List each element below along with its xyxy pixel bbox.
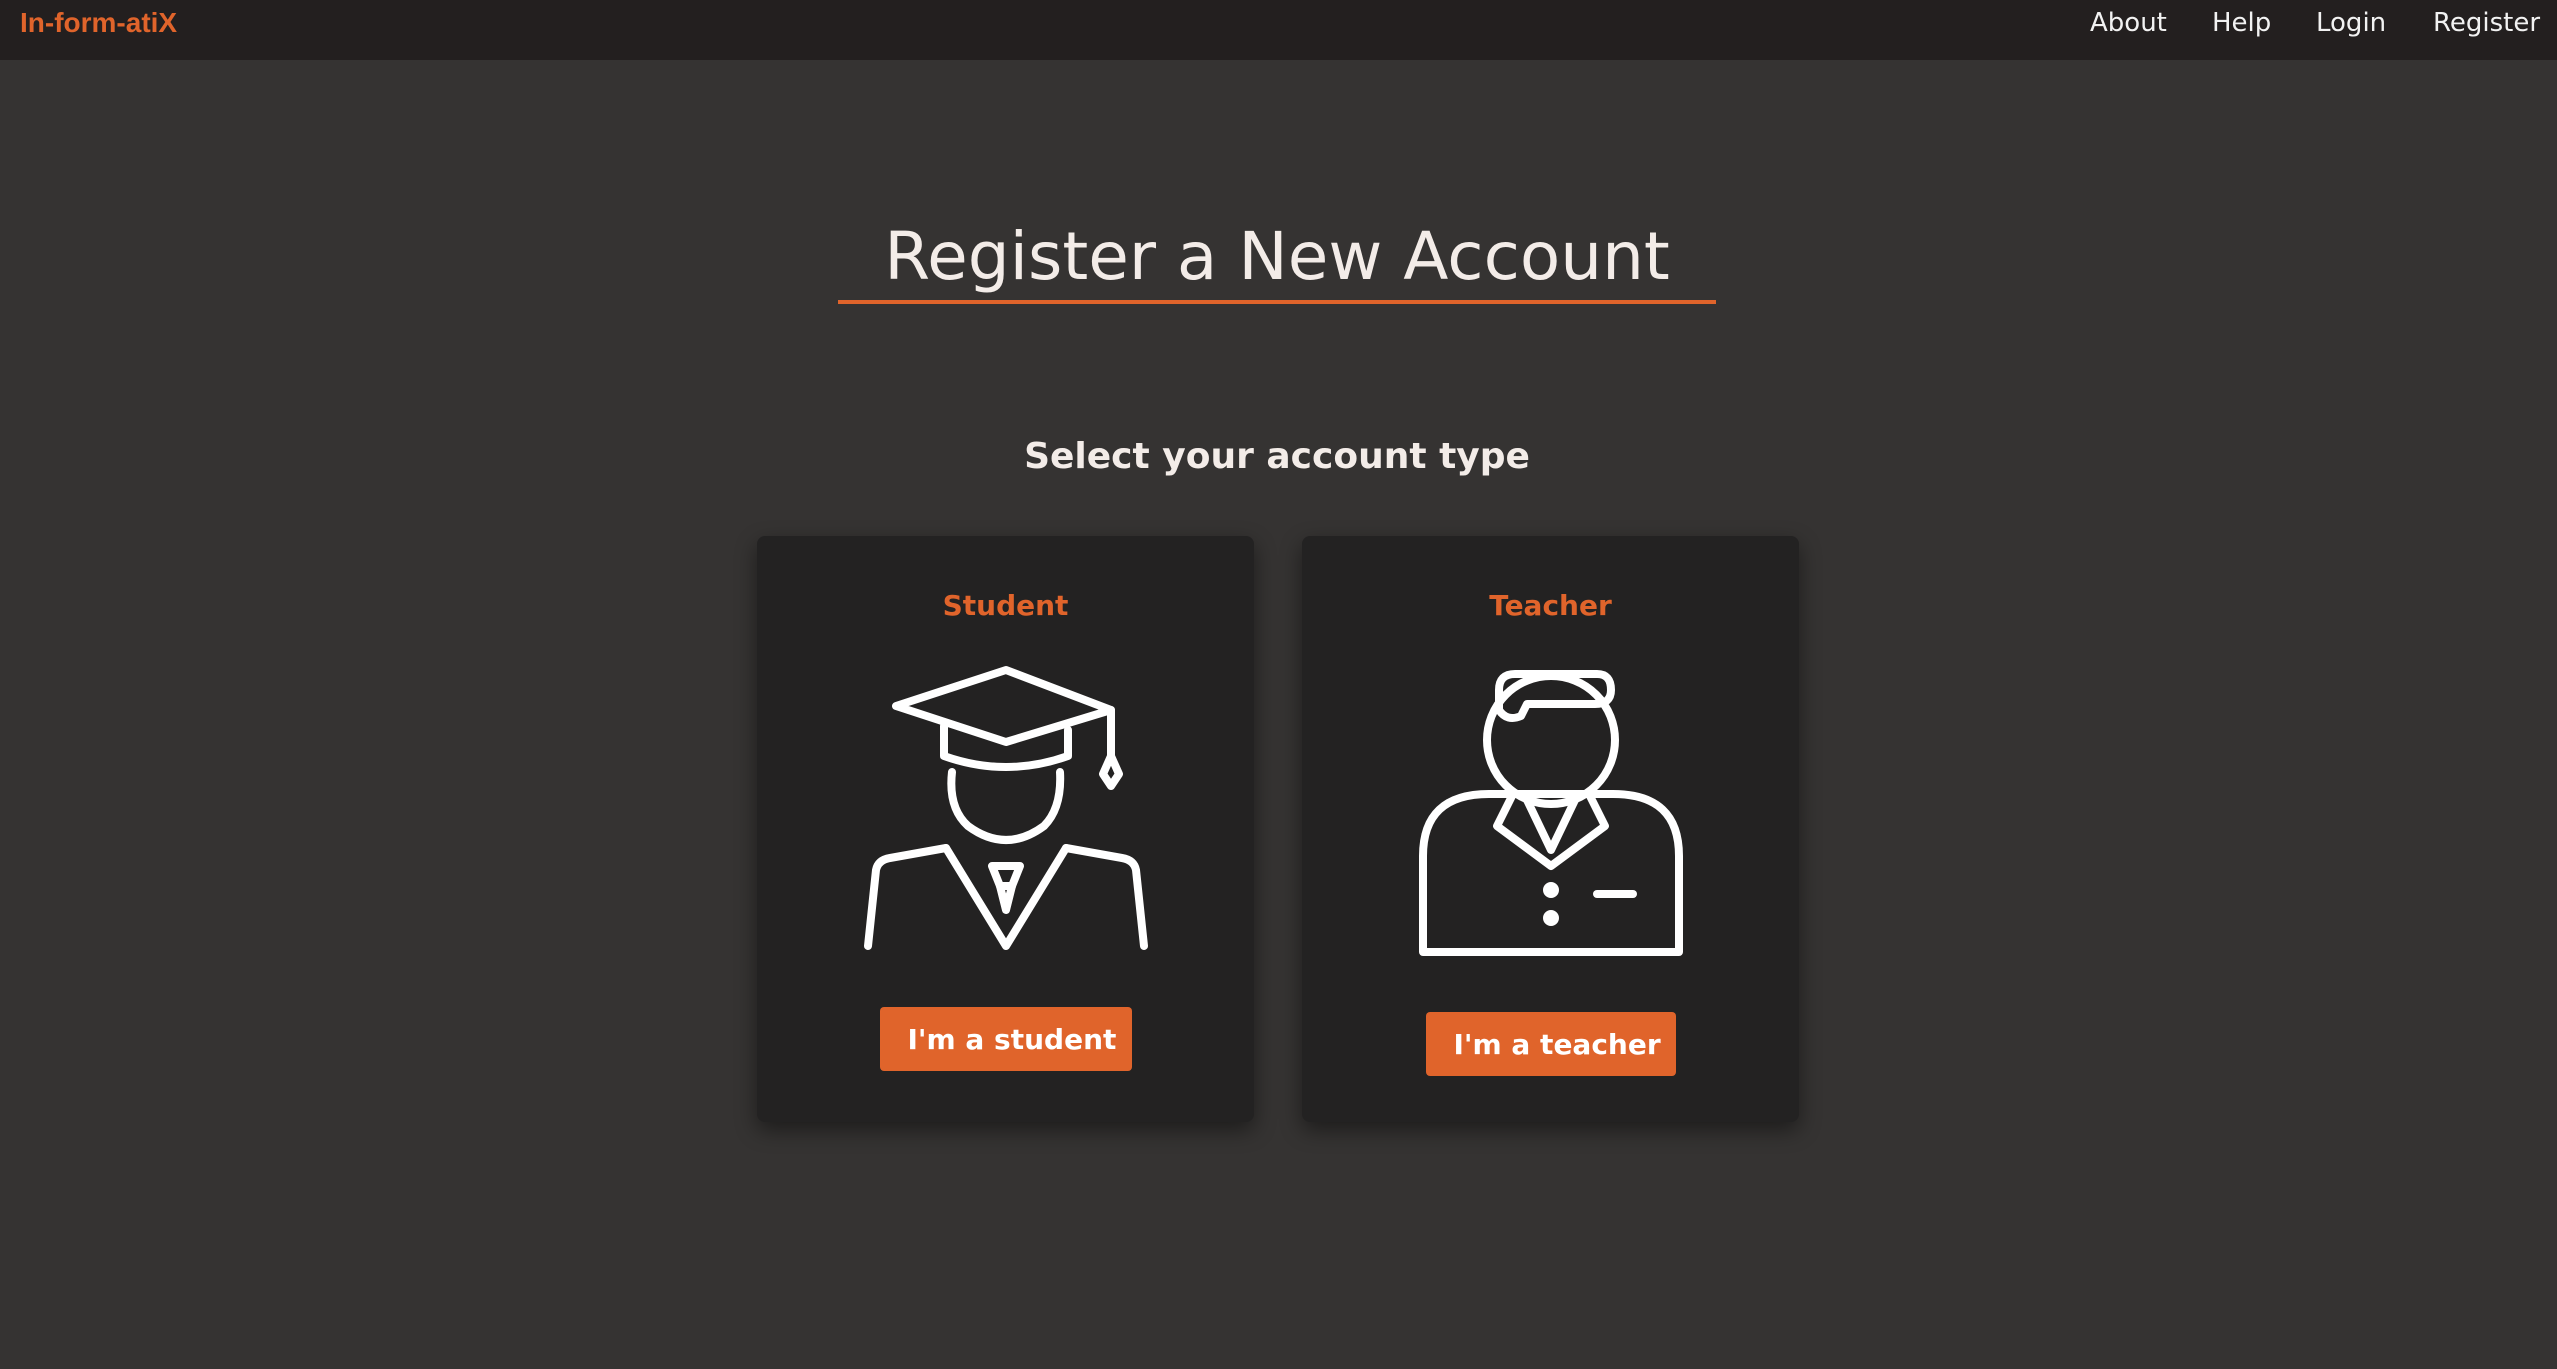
page-title: Register a New Account	[884, 218, 1670, 295]
nav-about-link[interactable]: About	[2090, 0, 2167, 46]
title-underline	[838, 300, 1716, 304]
teacher-select-button[interactable]: I'm a teacher	[1425, 1012, 1676, 1076]
brand-logo-link[interactable]: In-form-atiX	[20, 6, 177, 40]
account-type-subtitle: Select your account type	[1024, 436, 1530, 477]
student-card: Student I'm a student	[757, 536, 1254, 1122]
nav-register-link[interactable]: Register	[2433, 0, 2540, 46]
nav-help-link[interactable]: Help	[2212, 0, 2271, 46]
top-navbar: In-form-atiX About Help Login Register	[0, 0, 2557, 60]
graduate-icon	[757, 660, 1254, 960]
teacher-card: Teacher I'm a teacher	[1302, 536, 1799, 1122]
teacher-card-label: Teacher	[1489, 589, 1612, 622]
student-card-label: Student	[942, 589, 1069, 622]
student-select-button[interactable]: I'm a student	[879, 1007, 1132, 1071]
teacher-icon	[1302, 660, 1799, 960]
nav-login-link[interactable]: Login	[2316, 0, 2386, 46]
